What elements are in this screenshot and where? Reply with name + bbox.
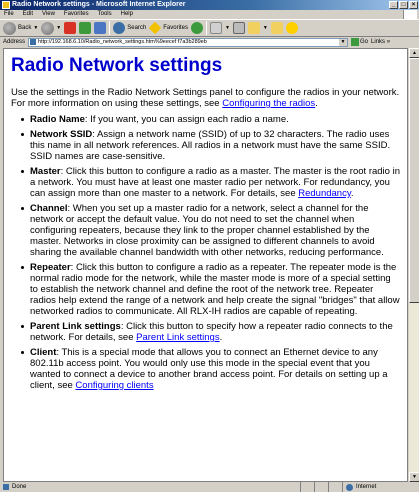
item-term: Radio Name	[30, 114, 85, 125]
address-dropdown-icon[interactable]: ▼	[339, 38, 348, 46]
menu-help[interactable]: Help	[121, 10, 133, 19]
forward-dropdown-icon[interactable]: ▼	[56, 25, 61, 31]
configuring-clients-link[interactable]: Configuring clients	[75, 380, 153, 391]
intro-text: Use the settings in the Radio Network Se…	[11, 87, 400, 109]
minimize-button[interactable]: _	[389, 1, 398, 9]
item-text: : When you set up a master radio for a n…	[30, 203, 384, 258]
item-term: Repeater	[30, 262, 71, 273]
favorites-button[interactable]: Favorites	[148, 21, 188, 35]
maximize-button[interactable]: □	[399, 1, 408, 9]
refresh-icon[interactable]	[79, 22, 92, 34]
parent-link-settings-link[interactable]: Parent Link settings	[136, 332, 219, 343]
menu-bar: File Edit View Favorites Tools Help	[0, 10, 419, 19]
window-title: Radio Network settings - Microsoft Inter…	[12, 1, 186, 8]
go-label: Go	[360, 39, 369, 45]
links-button[interactable]: Links »	[371, 39, 390, 45]
list-item: Channel: When you set up a master radio …	[21, 203, 401, 258]
status-cell	[329, 482, 343, 492]
status-text: Done	[12, 484, 27, 490]
list-item: Parent Link settings: Click this button …	[21, 321, 401, 343]
favorites-label: Favorites	[163, 25, 188, 31]
item-term: Parent Link settings	[30, 321, 121, 332]
vertical-scrollbar[interactable]: ▲ ▼	[408, 48, 419, 482]
edit-icon[interactable]	[247, 22, 260, 34]
status-bar: Done Internet	[0, 482, 419, 492]
messenger-icon[interactable]	[285, 22, 298, 34]
stop-icon[interactable]	[64, 22, 77, 34]
mail-dropdown-icon[interactable]: ▼	[225, 25, 230, 31]
scroll-thumb[interactable]	[409, 58, 419, 303]
back-arrow-icon	[3, 21, 16, 35]
item-term: Network SSID	[30, 129, 93, 140]
search-button[interactable]: Search	[113, 22, 146, 34]
configuring-radios-link[interactable]: Configuring the radios	[222, 98, 315, 109]
item-term: Client	[30, 347, 57, 358]
menu-tools[interactable]: Tools	[98, 10, 112, 19]
print-icon[interactable]	[232, 22, 245, 34]
address-bar: Address http://192.168.6.10/Radio_networ…	[0, 37, 419, 47]
list-item: Repeater: Click this button to configure…	[21, 262, 401, 317]
settings-list: Radio Name: If you want, you can assign …	[11, 114, 401, 391]
security-zone: Internet	[343, 482, 419, 492]
search-label: Search	[127, 25, 147, 31]
globe-icon	[346, 483, 353, 491]
page-icon	[30, 39, 37, 45]
redundancy-link[interactable]: Redundancy	[298, 188, 351, 199]
intro-paragraph: Use the settings in the Radio Network Se…	[11, 87, 400, 109]
go-arrow-icon	[351, 38, 360, 46]
menu-edit[interactable]: Edit	[23, 10, 33, 19]
page-done-icon	[3, 484, 9, 490]
scroll-up-icon[interactable]: ▲	[409, 48, 419, 58]
forward-arrow-icon	[41, 21, 55, 35]
list-item: Radio Name: If you want, you can assign …	[21, 114, 401, 125]
windows-logo-icon	[403, 10, 417, 19]
ie-app-icon	[2, 1, 10, 9]
forward-button[interactable]: ▼	[41, 21, 61, 35]
page-content: Radio Network settings Use the settings …	[3, 48, 408, 482]
address-input[interactable]: http://192.168.6.10/Radio_network_settin…	[28, 37, 349, 47]
toolbar: Back ▼ ▼ Search Favorites ▼ ▼	[0, 19, 419, 37]
item-term: Channel	[30, 203, 68, 214]
home-icon[interactable]	[94, 22, 107, 34]
mail-icon[interactable]	[209, 22, 222, 34]
item-text: : If you want, you can assign each radio…	[84, 114, 289, 125]
back-button[interactable]: Back ▼	[3, 21, 38, 35]
favorites-star-icon	[148, 21, 162, 35]
list-item: Client: This is a special mode that allo…	[21, 347, 401, 391]
back-label: Back	[18, 25, 32, 31]
list-item: Network SSID: Assign a network name (SSI…	[21, 129, 401, 162]
window-controls: _ □ ×	[389, 1, 418, 9]
history-icon[interactable]	[190, 22, 203, 34]
list-item: Master: Click this button to configure a…	[21, 166, 401, 199]
toolbar-separator	[205, 21, 207, 35]
back-dropdown-icon[interactable]: ▼	[33, 25, 38, 31]
zone-text: Internet	[356, 484, 377, 490]
item-term: Master	[30, 166, 61, 177]
item-text: : Click this button to configure a radio…	[30, 262, 400, 317]
address-label: Address	[3, 39, 26, 45]
go-button[interactable]: Go	[351, 38, 368, 46]
folder-icon[interactable]	[270, 22, 283, 34]
links-label: Links	[371, 39, 386, 45]
title-bar: Radio Network settings - Microsoft Inter…	[0, 0, 419, 10]
status-cell	[301, 482, 315, 492]
page-title: Radio Network settings	[11, 55, 223, 76]
close-button[interactable]: ×	[409, 1, 418, 9]
menu-favorites[interactable]: Favorites	[64, 10, 89, 19]
status-cell	[315, 482, 329, 492]
scroll-down-icon[interactable]: ▼	[409, 472, 419, 482]
toolbar-separator	[109, 21, 111, 35]
menu-file[interactable]: File	[4, 10, 14, 19]
search-icon	[113, 22, 126, 34]
status-left: Done	[0, 482, 301, 492]
address-url[interactable]: http://192.168.6.10/Radio_network_settin…	[38, 39, 207, 45]
edit-dropdown-icon[interactable]: ▼	[263, 25, 268, 31]
menu-view[interactable]: View	[42, 10, 55, 19]
